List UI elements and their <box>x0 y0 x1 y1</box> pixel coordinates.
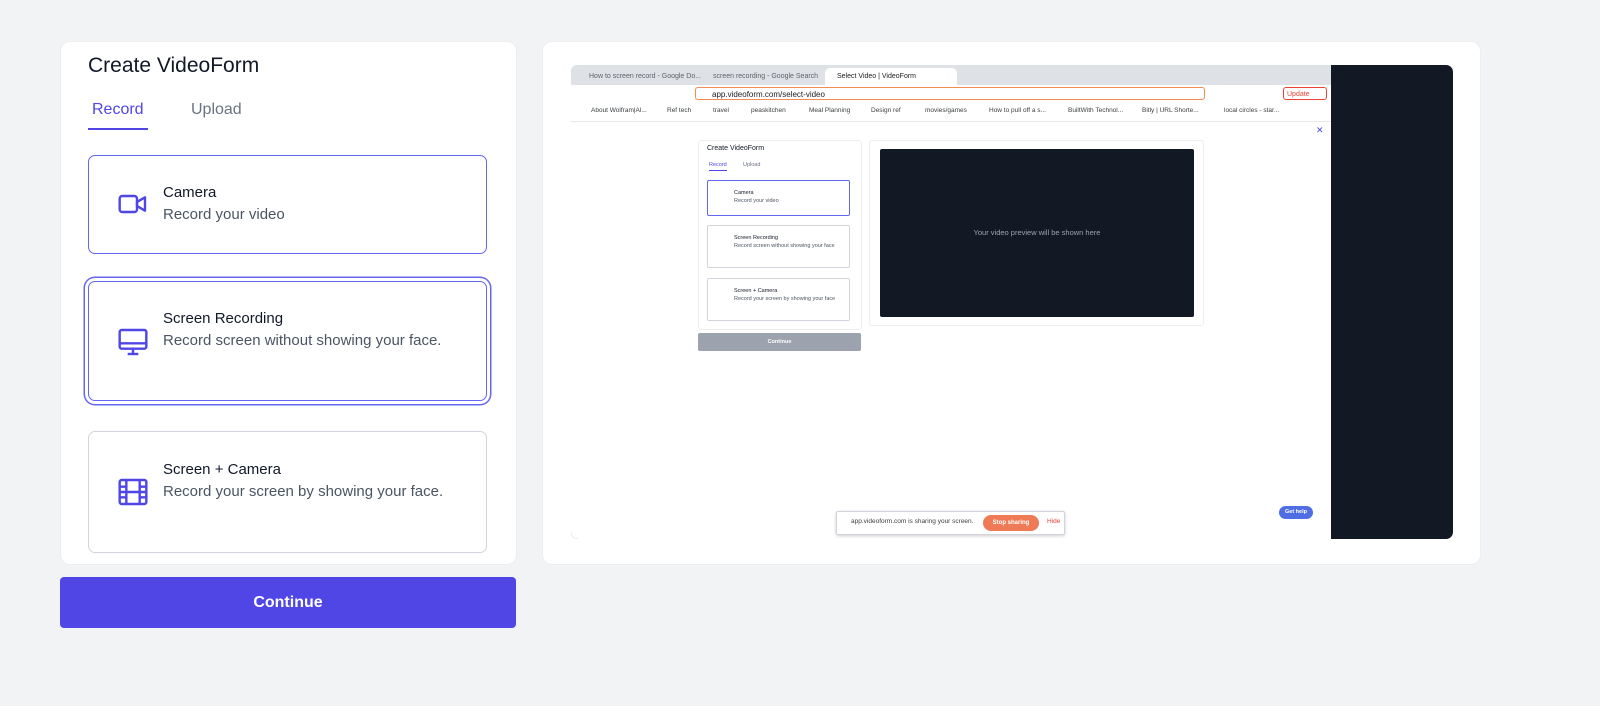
preview-tab-upload: Upload <box>743 162 761 168</box>
preview-option-title: Screen + Camera <box>734 288 778 294</box>
preview-address-bar: app.videoform.com/select-video Update <box>571 85 1331 103</box>
preview-continue-button: Continue <box>698 333 861 351</box>
screen-camera-option-title: Screen + Camera <box>163 461 281 478</box>
preview-bookmark: movies/games <box>925 107 967 114</box>
camera-option-title: Camera <box>163 184 217 201</box>
stop-sharing-button: Stop sharing <box>983 515 1039 531</box>
preview-option-subtitle: Record screen without showing your face <box>734 243 835 249</box>
preview-update-button: Update <box>1283 87 1327 100</box>
preview-option-subtitle: Record your screen by showing your face <box>734 296 836 302</box>
preview-bookmark: How to pull off a s... <box>989 107 1046 114</box>
tab-record[interactable]: Record <box>88 101 148 130</box>
screen-sharing-bar: app.videoform.com is sharing your screen… <box>836 511 1065 535</box>
preview-bookmarks-bar: About Wolfram|Al... Ref tech travel peas… <box>571 103 1331 122</box>
video-preview: How to screen record - Google Do... scre… <box>571 65 1453 539</box>
screen-recording-option[interactable]: Screen Recording Record screen without s… <box>88 281 487 401</box>
video-camera-icon <box>118 194 147 214</box>
preview-bookmark: BuiltWith Technol... <box>1068 107 1124 114</box>
screen-recording-option-title: Screen Recording <box>163 310 284 327</box>
preview-form-title: Create VideoForm <box>707 145 765 152</box>
preview-option-title: Camera <box>734 190 754 196</box>
preview-bookmark: About Wolfram|Al... <box>591 107 647 114</box>
camera-option[interactable]: Camera Record your video <box>88 155 487 254</box>
screen-camera-option-subtitle: Record your screen by showing your face. <box>163 483 444 500</box>
preview-tab-record: Record <box>709 162 727 171</box>
get-help-button: Get help <box>1279 506 1313 519</box>
preview-tab: How to screen record - Google Do... <box>589 73 702 80</box>
film-icon <box>118 478 148 506</box>
preview-camera-option: Camera Record your video <box>707 180 850 216</box>
sharing-notice-text: app.videoform.com is sharing your screen… <box>851 518 974 525</box>
preview-screen-option: Screen Recording Record screen without s… <box>707 225 850 268</box>
screen-recording-option-subtitle: Record screen without showing your face. <box>163 332 442 349</box>
preview-browser-window: How to screen record - Google Do... scre… <box>571 65 1331 539</box>
page-title: Create VideoForm <box>88 54 260 77</box>
preview-form-card: Create VideoForm Record Upload Camera Re… <box>698 140 862 330</box>
preview-close-icon: ✕ <box>1316 125 1324 135</box>
preview-bookmark: travel <box>713 107 729 114</box>
preview-card: How to screen record - Google Do... scre… <box>542 41 1481 565</box>
preview-bookmark: Ref tech <box>667 107 692 114</box>
preview-bookmark: peaskitchen <box>751 107 786 114</box>
hide-link: Hide <box>1047 518 1061 525</box>
preview-tab-strip: How to screen record - Google Do... scre… <box>571 65 1331 85</box>
preview-screen-camera-option: Screen + Camera Record your screen by sh… <box>707 278 850 321</box>
preview-option-subtitle: Record your video <box>734 198 779 204</box>
preview-option-title: Screen Recording <box>734 235 779 241</box>
preview-tab-active: Select Video | VideoForm <box>825 68 957 85</box>
monitor-icon <box>118 328 148 356</box>
preview-video-placeholder: Your video preview will be shown here <box>880 149 1194 317</box>
preview-bookmark: Bitly | URL Shorte... <box>1142 107 1199 114</box>
preview-tab: screen recording - Google Search <box>713 73 819 80</box>
preview-bookmark: local circles - star... <box>1224 107 1280 114</box>
screen-camera-option[interactable]: Screen + Camera Record your screen by sh… <box>88 431 487 553</box>
continue-button[interactable]: Continue <box>60 577 516 628</box>
tab-upload[interactable]: Upload <box>191 101 242 128</box>
preview-bookmark: Design ref <box>871 107 901 114</box>
preview-url: app.videoform.com/select-video <box>695 87 1205 100</box>
create-videoform-card: Create VideoForm Record Upload Camera Re… <box>60 41 517 565</box>
camera-option-subtitle: Record your video <box>163 206 285 223</box>
preview-video-card: Your video preview will be shown here <box>869 140 1204 326</box>
preview-bookmark: Meal Planning <box>809 107 851 114</box>
